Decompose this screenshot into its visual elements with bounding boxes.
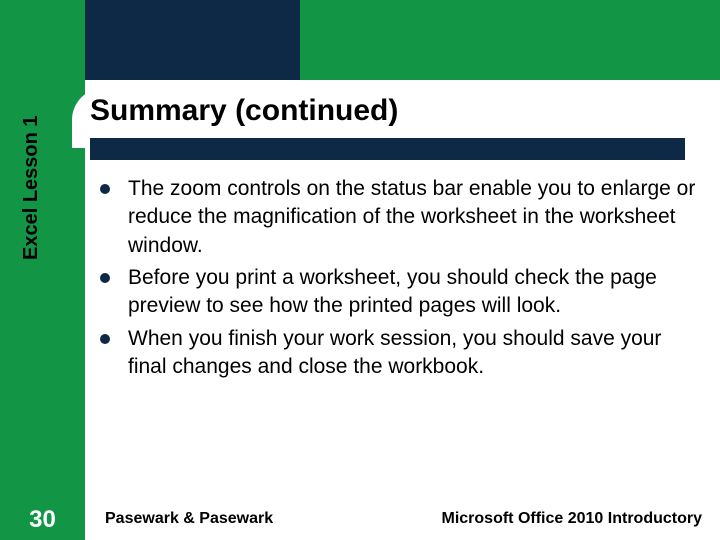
slide: Excel Lesson 1 Summary (continued) The z…: [0, 0, 720, 540]
content-area: The zoom controls on the status bar enab…: [100, 175, 700, 385]
bullet-icon: [100, 273, 110, 283]
header-accent-block: [85, 0, 300, 80]
bullet-text: The zoom controls on the status bar enab…: [128, 175, 700, 260]
list-item: Before you print a worksheet, you should…: [100, 264, 700, 321]
footer-left: Pasewark & Pasewark: [105, 510, 273, 528]
title-underbar: [90, 138, 685, 160]
list-item: When you finish your work session, you s…: [100, 325, 700, 382]
bullet-icon: [100, 184, 110, 194]
bullet-text: Before you print a worksheet, you should…: [128, 264, 700, 321]
footer-right: Microsoft Office 2010 Introductory: [442, 510, 703, 528]
list-item: The zoom controls on the status bar enab…: [100, 175, 700, 260]
bullet-icon: [100, 334, 110, 344]
sidebar-label: Excel Lesson 1: [20, 40, 43, 260]
bullet-text: When you finish your work session, you s…: [128, 325, 700, 382]
slide-number: 30: [0, 500, 85, 540]
bullet-list: The zoom controls on the status bar enab…: [100, 175, 700, 381]
slide-title: Summary (continued): [90, 94, 692, 128]
